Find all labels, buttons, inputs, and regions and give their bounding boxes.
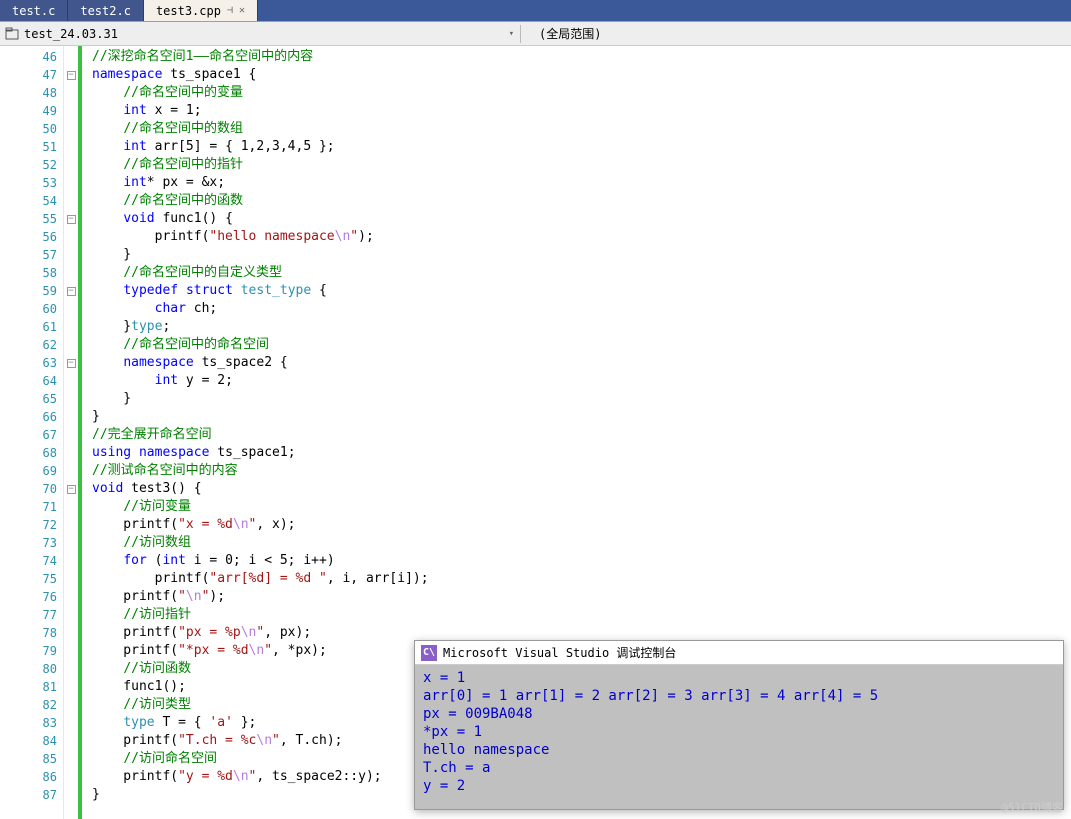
tab-test-c[interactable]: test.c xyxy=(0,0,68,21)
fold-gutter: − − − − − xyxy=(64,46,78,819)
project-name: test_24.03.31 xyxy=(24,27,118,41)
fold-toggle[interactable]: − xyxy=(67,287,76,296)
chevron-down-icon: ▾ xyxy=(509,29,514,39)
line-number-gutter: 4647484950515253545556575859606162636465… xyxy=(0,46,64,819)
scope-dropdown[interactable]: (全局范围) xyxy=(527,25,601,42)
tab-label: test.c xyxy=(12,4,55,18)
divider xyxy=(520,25,521,43)
project-dropdown[interactable]: test_24.03.31 ▾ xyxy=(24,27,514,41)
tab-test3-cpp[interactable]: test3.cpp ⊣ ✕ xyxy=(144,0,258,21)
console-titlebar[interactable]: C\ Microsoft Visual Studio 调试控制台 xyxy=(415,641,1063,665)
pin-icon[interactable]: ⊣ xyxy=(227,5,233,16)
watermark: @51CTO博客 xyxy=(1001,799,1063,815)
debug-console-window[interactable]: C\ Microsoft Visual Studio 调试控制台 x = 1 a… xyxy=(414,640,1064,810)
scope-label: (全局范围) xyxy=(539,27,601,41)
project-icon xyxy=(4,26,20,42)
nav-toolbar: test_24.03.31 ▾ (全局范围) xyxy=(0,22,1071,46)
fold-toggle[interactable]: − xyxy=(67,215,76,224)
fold-toggle[interactable]: − xyxy=(67,359,76,368)
fold-toggle[interactable]: − xyxy=(67,485,76,494)
fold-toggle[interactable]: − xyxy=(67,71,76,80)
console-title-text: Microsoft Visual Studio 调试控制台 xyxy=(443,644,676,661)
tab-test2-c[interactable]: test2.c xyxy=(68,0,144,21)
console-output[interactable]: x = 1 arr[0] = 1 arr[1] = 2 arr[2] = 3 a… xyxy=(415,665,1063,799)
tab-label: test3.cpp xyxy=(156,4,221,18)
vs-icon: C\ xyxy=(421,645,437,661)
tab-bar: test.c test2.c test3.cpp ⊣ ✕ xyxy=(0,0,1071,22)
tab-label: test2.c xyxy=(80,4,131,18)
close-icon[interactable]: ✕ xyxy=(239,5,245,16)
